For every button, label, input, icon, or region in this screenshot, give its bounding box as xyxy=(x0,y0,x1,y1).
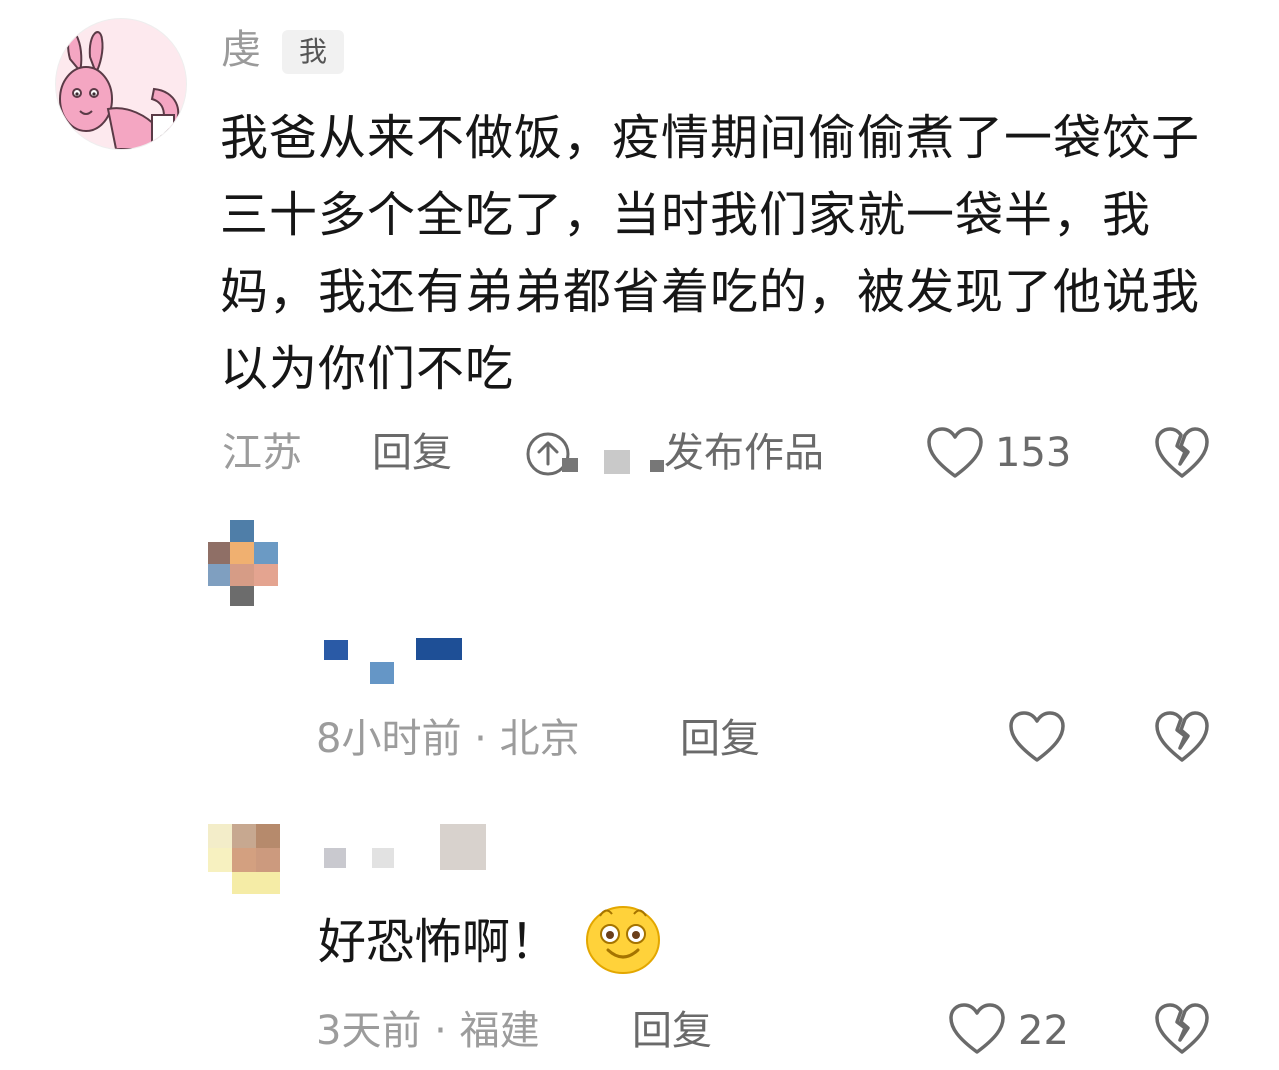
smiling-face-emoji xyxy=(584,902,662,974)
publish-work-label: 发布作品 xyxy=(664,430,824,476)
dislike-icon[interactable] xyxy=(1154,426,1210,480)
reply-button[interactable]: 回复 xyxy=(632,1006,712,1056)
like-icon[interactable] xyxy=(926,426,984,480)
like-count: 153 xyxy=(995,430,1072,476)
mosaic-block xyxy=(604,450,630,474)
reply-avatar[interactable] xyxy=(208,824,280,894)
reply-button[interactable]: 回复 xyxy=(680,714,760,764)
reply-username[interactable] xyxy=(320,630,480,690)
mosaic-block xyxy=(650,460,664,472)
username[interactable]: 虔 xyxy=(221,22,261,78)
reply-time-location: 3天前 · 福建 xyxy=(316,1008,540,1054)
rabbit-avatar-icon xyxy=(59,31,180,149)
mosaic-block xyxy=(562,458,578,472)
comment-text: 我爸从来不做饭，疫情期间偷偷煮了一袋饺子三十多个全吃了，当时我们家就一袋半，我妈… xyxy=(220,110,1201,397)
comment-location: 江苏 xyxy=(222,430,302,476)
dislike-icon[interactable] xyxy=(1154,1002,1210,1056)
reply-avatar[interactable] xyxy=(208,520,278,606)
like-icon[interactable] xyxy=(1008,710,1066,764)
reply-text: 好恐怖啊！ xyxy=(318,914,559,970)
reply-username[interactable] xyxy=(320,824,490,874)
user-avatar[interactable] xyxy=(55,18,187,150)
self-badge: 我 xyxy=(282,30,344,74)
dislike-icon[interactable] xyxy=(1154,710,1210,764)
reply-button[interactable]: 回复 xyxy=(372,428,452,478)
publish-work-button[interactable]: 发布作品 xyxy=(524,428,824,480)
like-icon[interactable] xyxy=(948,1002,1006,1056)
like-count: 22 xyxy=(1018,1008,1069,1054)
reply-time-location: 8小时前 · 北京 xyxy=(316,716,580,762)
